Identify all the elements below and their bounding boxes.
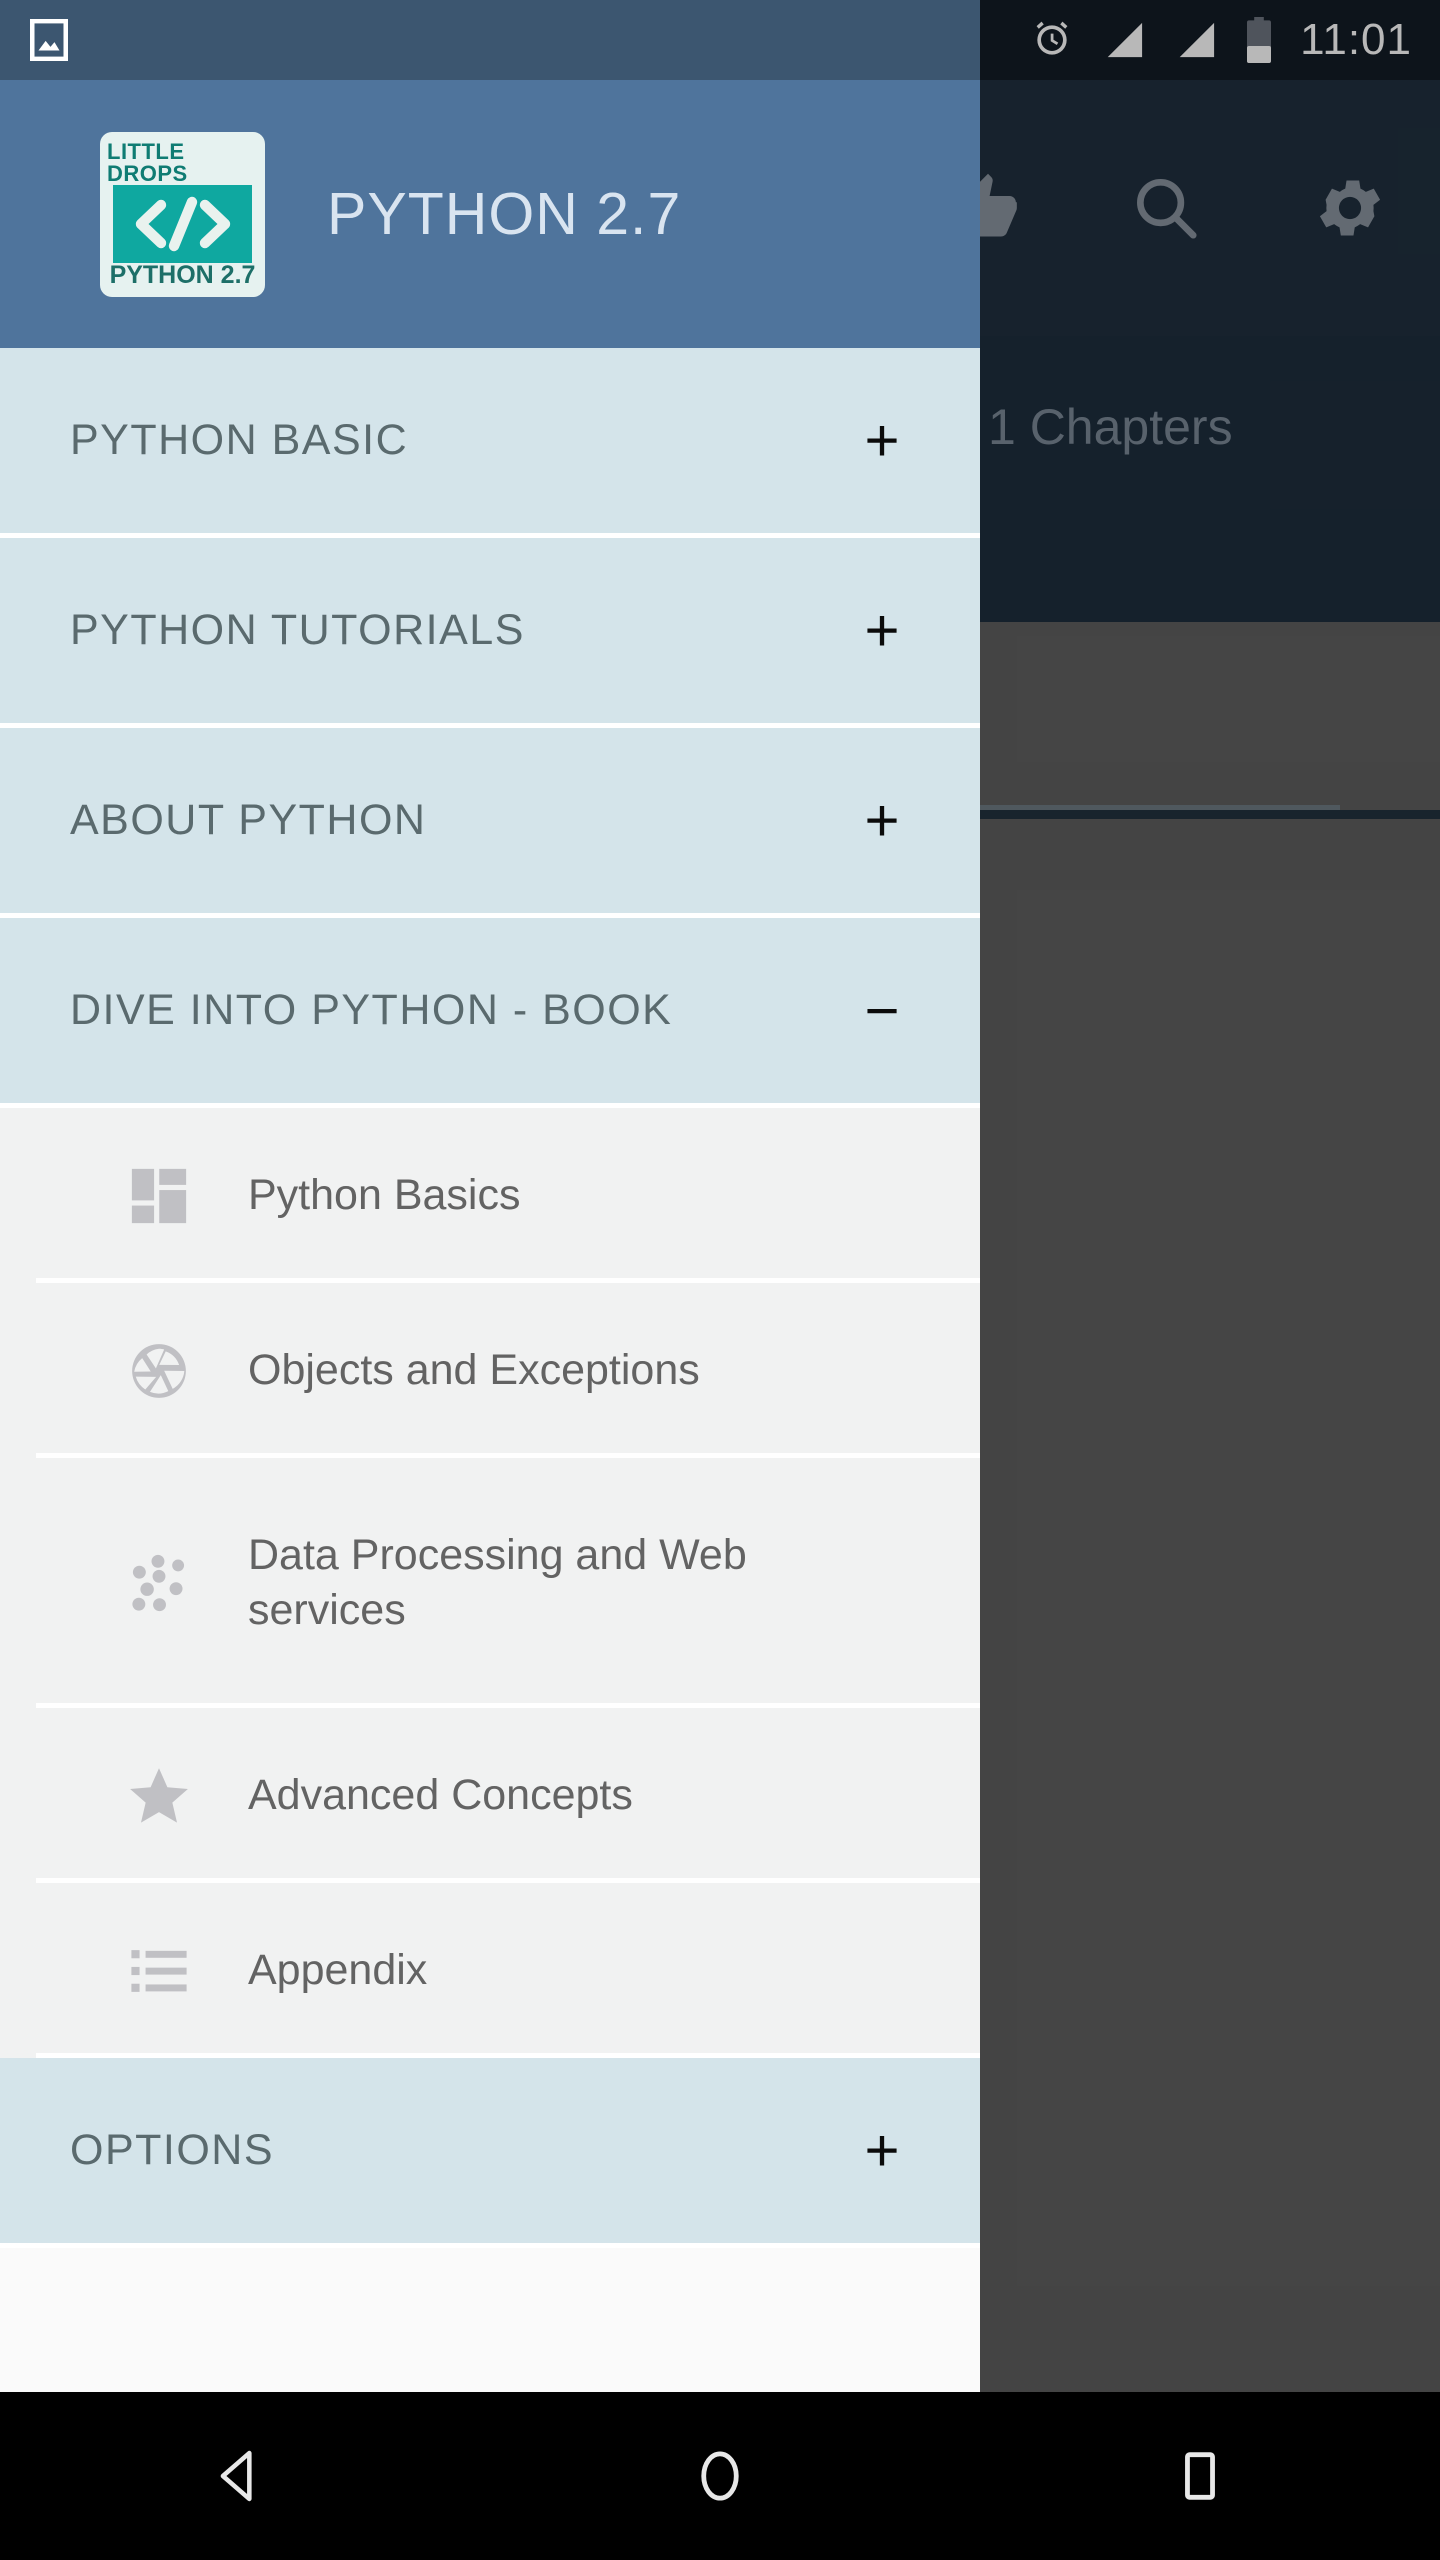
group-label: PYTHON BASIC: [70, 416, 409, 464]
aperture-icon: [120, 1340, 198, 1402]
drawer-group-python-tutorials[interactable]: PYTHON TUTORIALS +: [0, 538, 980, 728]
list-item-label: Data Processing and Web services: [248, 1530, 747, 1634]
group-label: DIVE INTO PYTHON - BOOK: [70, 986, 673, 1034]
app-logo: LITTLE DROPS PYTHON 2.7: [100, 131, 265, 297]
list-item-label: Python Basics: [248, 1170, 521, 1219]
expand-plus-icon[interactable]: +: [852, 600, 912, 661]
recents-button[interactable]: [1120, 2392, 1280, 2560]
dashboard-grid-icon: [120, 1165, 198, 1227]
drawer-group-dive-into-python-book[interactable]: DIVE INTO PYTHON - BOOK −: [0, 918, 980, 1108]
collapse-minus-icon[interactable]: −: [852, 980, 912, 1041]
list-item[interactable]: Objects and Exceptions: [0, 1283, 980, 1458]
drawer-status-bar-area: [0, 0, 980, 80]
group-label: ABOUT PYTHON: [70, 796, 427, 844]
expand-plus-icon[interactable]: +: [852, 2120, 912, 2181]
navigation-drawer: LITTLE DROPS PYTHON 2.7 PYTHON 2.7 PYTHO…: [0, 0, 980, 2392]
group-label: PYTHON TUTORIALS: [70, 606, 525, 654]
logo-code-symbol: [113, 184, 252, 263]
list-item-label: Advanced Concepts: [248, 1770, 633, 1819]
list-item[interactable]: Python Basics: [0, 1108, 980, 1283]
home-button[interactable]: [640, 2392, 800, 2560]
list-divider: [36, 2053, 980, 2058]
list-item-label: Appendix: [248, 1945, 428, 1994]
list-icon: [120, 1947, 198, 1995]
phone-screen: 11:01 1 Chapters LITTLE DROPS PYTHON 2.7…: [0, 0, 1440, 2560]
star-icon: [120, 1763, 198, 1829]
back-button[interactable]: [160, 2392, 320, 2560]
photo-icon: [30, 19, 68, 61]
expand-plus-icon[interactable]: +: [852, 790, 912, 851]
group-label: OPTIONS: [70, 2126, 275, 2174]
list-item-label: Objects and Exceptions: [248, 1345, 700, 1394]
logo-bottom-text: PYTHON 2.7: [109, 260, 256, 289]
drawer-group-options[interactable]: OPTIONS +: [0, 2058, 980, 2248]
bubble-chart-icon: [120, 1552, 198, 1614]
list-item[interactable]: Appendix: [0, 1883, 980, 2058]
logo-top-text: LITTLE DROPS: [107, 138, 188, 186]
list-item[interactable]: Advanced Concepts: [0, 1708, 980, 1883]
drawer-group-python-basic[interactable]: PYTHON BASIC +: [0, 348, 980, 538]
list-item[interactable]: Data Processing and Web services: [0, 1458, 980, 1708]
android-navigation-bar: [0, 2392, 1440, 2560]
drawer-title: PYTHON 2.7: [327, 181, 682, 247]
drawer-group-about-python[interactable]: ABOUT PYTHON +: [0, 728, 980, 918]
drawer-child-list: Python Basics Objects and Exceptions Dat…: [0, 1108, 980, 2058]
expand-plus-icon[interactable]: +: [852, 410, 912, 471]
drawer-header: LITTLE DROPS PYTHON 2.7 PYTHON 2.7: [0, 80, 980, 348]
